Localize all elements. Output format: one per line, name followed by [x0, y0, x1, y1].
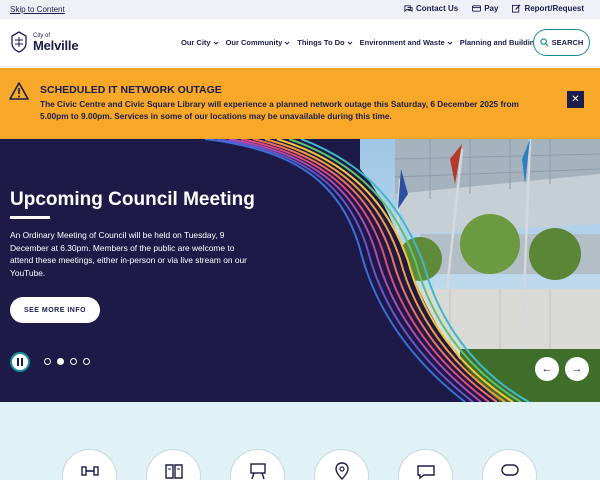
chevron-down-icon [347, 41, 352, 45]
hero-title-underline [10, 216, 50, 219]
map-pin-icon [334, 462, 349, 480]
contact-us-label: Contact Us [415, 4, 459, 13]
nav-label: Our Community [225, 38, 283, 47]
quick-link-location[interactable] [314, 449, 369, 480]
alert-close-button[interactable]: ✕ [567, 91, 584, 108]
nav-label: Environment and Waste [359, 38, 445, 47]
quick-link-library[interactable] [146, 449, 201, 480]
skip-to-content-link[interactable]: Skip to Content [10, 5, 65, 14]
book-icon [164, 464, 183, 479]
utility-links: Contact Us Pay Report/Request [404, 4, 584, 13]
hero-title: Upcoming Council Meeting [10, 189, 255, 210]
alert-title: SCHEDULED IT NETWORK OUTAGE [40, 84, 222, 96]
search-icon [539, 38, 549, 47]
search-button[interactable]: SEARCH [533, 29, 590, 56]
quick-link-chat[interactable] [482, 449, 537, 480]
pause-icon [17, 358, 19, 366]
pay-link[interactable]: Pay [472, 4, 498, 13]
nav-label: Our City [181, 38, 211, 47]
chevron-down-icon [447, 41, 453, 45]
see-more-info-button[interactable]: SEE MORE INFO [10, 297, 100, 323]
main-nav: Our City Our Community Things To Do Envi… [181, 38, 547, 47]
pause-icon [21, 358, 23, 366]
city-logo[interactable]: City of Melville [9, 31, 79, 53]
utility-bar: Skip to Content Contact Us Pay Report/Re… [0, 0, 600, 19]
nav-things-to-do[interactable]: Things To Do [297, 38, 352, 47]
edit-icon [512, 4, 521, 13]
outage-alert: SCHEDULED IT NETWORK OUTAGE The Civic Ce… [0, 68, 600, 139]
search-label: SEARCH [551, 38, 584, 47]
nav-our-community[interactable]: Our Community [226, 38, 291, 47]
pay-label: Pay [484, 4, 499, 13]
chevron-down-icon [284, 41, 290, 45]
hero-carousel: Upcoming Council Meeting An Ordinary Mee… [0, 139, 600, 402]
carousel-dots [44, 358, 90, 365]
nav-environment-and-waste[interactable]: Environment and Waste [360, 38, 453, 47]
carousel-dot-2[interactable] [57, 358, 64, 365]
quick-link-art[interactable] [230, 449, 285, 480]
carousel-prev-button[interactable]: ← [535, 357, 559, 381]
site-header: City of Melville Our City Our Community … [0, 19, 600, 67]
chevron-down-icon [213, 41, 218, 45]
nav-our-city[interactable]: Our City [181, 38, 219, 47]
speech-bubble-icon [416, 465, 435, 480]
quick-link-feedback[interactable] [398, 449, 453, 480]
carousel-dot-3[interactable] [70, 358, 77, 365]
logo-big-text: Melville [33, 37, 79, 53]
nav-label: Planning and Building [459, 38, 539, 47]
card-icon [472, 5, 482, 12]
carousel-pause-button[interactable] [10, 352, 30, 372]
quick-links-section [0, 402, 600, 480]
quick-link-fitness[interactable] [62, 449, 117, 480]
carousel-next-button[interactable]: → [565, 357, 589, 381]
easel-icon [249, 463, 266, 480]
hero-description: An Ordinary Meeting of Council will be h… [10, 230, 247, 278]
chat-icon [404, 5, 413, 13]
contact-us-link[interactable]: Contact Us [404, 4, 458, 13]
report-request-label: Report/Request [524, 4, 584, 13]
nav-label: Things To Do [297, 38, 345, 47]
warning-icon [9, 82, 29, 100]
carousel-dot-1[interactable] [44, 358, 51, 365]
dumbbell-icon [80, 466, 99, 476]
chat-icon [500, 464, 519, 476]
report-request-link[interactable]: Report/Request [512, 4, 584, 13]
carousel-dot-4[interactable] [83, 358, 90, 365]
crest-icon [11, 31, 27, 53]
alert-body: The Civic Centre and Civic Square Librar… [40, 99, 519, 121]
